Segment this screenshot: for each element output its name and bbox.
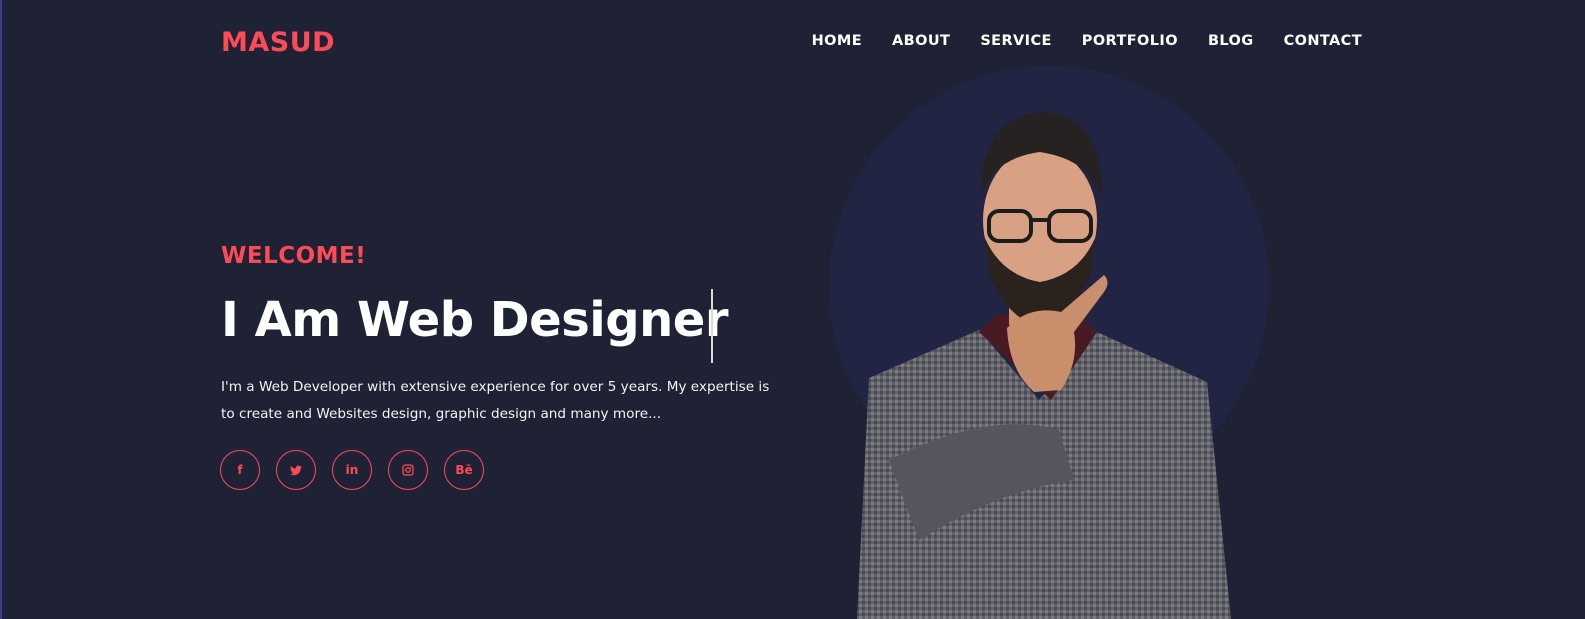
social-links: f in Bē (220, 450, 484, 490)
nav-blog[interactable]: BLOG (1208, 33, 1254, 49)
nav-home[interactable]: HOME (812, 33, 862, 49)
welcome-text: WELCOME! (221, 243, 367, 269)
twitter-link[interactable] (276, 450, 316, 490)
nav-portfolio[interactable]: PORTFOLIO (1082, 33, 1178, 49)
nav-service[interactable]: SERVICE (980, 33, 1051, 49)
typing-cursor (711, 289, 713, 363)
site-logo[interactable]: MASUD (221, 27, 335, 58)
main-nav: HOME ABOUT SERVICE PORTFOLIO BLOG CONTAC… (812, 33, 1362, 49)
linkedin-icon: in (345, 463, 359, 477)
instagram-icon (402, 464, 414, 476)
facebook-icon: f (237, 463, 243, 477)
intro-line-2: to create and Websites design, graphic d… (221, 406, 662, 422)
behance-link[interactable]: Bē (444, 450, 484, 490)
facebook-link[interactable]: f (220, 450, 260, 490)
twitter-icon (290, 465, 302, 475)
behance-icon: Bē (455, 463, 473, 477)
instagram-link[interactable] (388, 450, 428, 490)
nav-about[interactable]: ABOUT (892, 33, 950, 49)
portrait-image (857, 112, 1231, 619)
nav-contact[interactable]: CONTACT (1284, 33, 1362, 49)
hero-headline: I Am Web Designer (221, 292, 728, 348)
intro-line-1: I'm a Web Developer with extensive exper… (221, 379, 770, 395)
linkedin-link[interactable]: in (332, 450, 372, 490)
page-left-edge (0, 0, 2, 619)
hero-intro: I'm a Web Developer with extensive exper… (221, 374, 781, 428)
